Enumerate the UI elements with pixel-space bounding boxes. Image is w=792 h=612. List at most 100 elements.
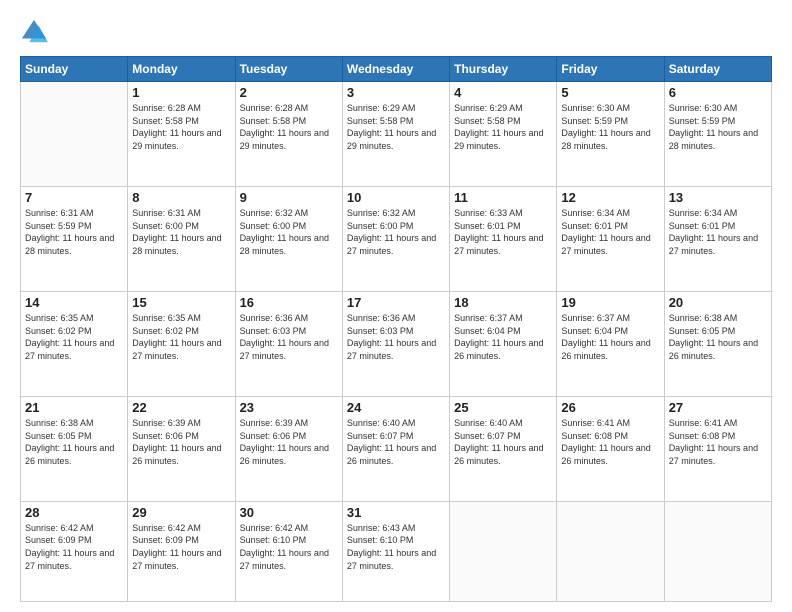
calendar-cell: 8 Sunrise: 6:31 AMSunset: 6:00 PMDayligh… — [128, 186, 235, 291]
calendar-cell: 13 Sunrise: 6:34 AMSunset: 6:01 PMDaylig… — [664, 186, 771, 291]
cell-info: Sunrise: 6:34 AMSunset: 6:01 PMDaylight:… — [669, 207, 767, 257]
cell-info: Sunrise: 6:41 AMSunset: 6:08 PMDaylight:… — [669, 417, 767, 467]
day-number: 7 — [25, 190, 123, 205]
cell-info: Sunrise: 6:43 AMSunset: 6:10 PMDaylight:… — [347, 522, 445, 572]
calendar-table: SundayMondayTuesdayWednesdayThursdayFrid… — [20, 56, 772, 602]
weekday-header-monday: Monday — [128, 57, 235, 82]
day-number: 27 — [669, 400, 767, 415]
cell-info: Sunrise: 6:28 AMSunset: 5:58 PMDaylight:… — [132, 102, 230, 152]
calendar-cell: 9 Sunrise: 6:32 AMSunset: 6:00 PMDayligh… — [235, 186, 342, 291]
calendar-cell: 27 Sunrise: 6:41 AMSunset: 6:08 PMDaylig… — [664, 396, 771, 501]
calendar-cell: 10 Sunrise: 6:32 AMSunset: 6:00 PMDaylig… — [342, 186, 449, 291]
calendar-cell: 23 Sunrise: 6:39 AMSunset: 6:06 PMDaylig… — [235, 396, 342, 501]
cell-info: Sunrise: 6:37 AMSunset: 6:04 PMDaylight:… — [454, 312, 552, 362]
cell-info: Sunrise: 6:38 AMSunset: 6:05 PMDaylight:… — [669, 312, 767, 362]
day-number: 12 — [561, 190, 659, 205]
day-number: 13 — [669, 190, 767, 205]
weekday-header-wednesday: Wednesday — [342, 57, 449, 82]
logo — [20, 18, 52, 46]
week-row-2: 7 Sunrise: 6:31 AMSunset: 5:59 PMDayligh… — [21, 186, 772, 291]
calendar-cell: 19 Sunrise: 6:37 AMSunset: 6:04 PMDaylig… — [557, 291, 664, 396]
day-number: 4 — [454, 85, 552, 100]
day-number: 25 — [454, 400, 552, 415]
calendar-cell: 28 Sunrise: 6:42 AMSunset: 6:09 PMDaylig… — [21, 501, 128, 601]
day-number: 19 — [561, 295, 659, 310]
day-number: 18 — [454, 295, 552, 310]
cell-info: Sunrise: 6:35 AMSunset: 6:02 PMDaylight:… — [25, 312, 123, 362]
calendar-cell: 21 Sunrise: 6:38 AMSunset: 6:05 PMDaylig… — [21, 396, 128, 501]
day-number: 8 — [132, 190, 230, 205]
cell-info: Sunrise: 6:32 AMSunset: 6:00 PMDaylight:… — [347, 207, 445, 257]
cell-info: Sunrise: 6:41 AMSunset: 6:08 PMDaylight:… — [561, 417, 659, 467]
cell-info: Sunrise: 6:40 AMSunset: 6:07 PMDaylight:… — [454, 417, 552, 467]
calendar-cell: 14 Sunrise: 6:35 AMSunset: 6:02 PMDaylig… — [21, 291, 128, 396]
calendar-cell: 6 Sunrise: 6:30 AMSunset: 5:59 PMDayligh… — [664, 82, 771, 187]
cell-info: Sunrise: 6:39 AMSunset: 6:06 PMDaylight:… — [132, 417, 230, 467]
page: SundayMondayTuesdayWednesdayThursdayFrid… — [0, 0, 792, 612]
calendar-cell: 29 Sunrise: 6:42 AMSunset: 6:09 PMDaylig… — [128, 501, 235, 601]
calendar-cell: 24 Sunrise: 6:40 AMSunset: 6:07 PMDaylig… — [342, 396, 449, 501]
week-row-5: 28 Sunrise: 6:42 AMSunset: 6:09 PMDaylig… — [21, 501, 772, 601]
calendar-cell — [450, 501, 557, 601]
calendar-cell — [21, 82, 128, 187]
cell-info: Sunrise: 6:32 AMSunset: 6:00 PMDaylight:… — [240, 207, 338, 257]
cell-info: Sunrise: 6:42 AMSunset: 6:09 PMDaylight:… — [132, 522, 230, 572]
day-number: 28 — [25, 505, 123, 520]
day-number: 29 — [132, 505, 230, 520]
day-number: 26 — [561, 400, 659, 415]
calendar-cell: 2 Sunrise: 6:28 AMSunset: 5:58 PMDayligh… — [235, 82, 342, 187]
calendar-cell: 17 Sunrise: 6:36 AMSunset: 6:03 PMDaylig… — [342, 291, 449, 396]
calendar-cell — [664, 501, 771, 601]
day-number: 14 — [25, 295, 123, 310]
calendar-cell: 15 Sunrise: 6:35 AMSunset: 6:02 PMDaylig… — [128, 291, 235, 396]
weekday-header-row: SundayMondayTuesdayWednesdayThursdayFrid… — [21, 57, 772, 82]
cell-info: Sunrise: 6:36 AMSunset: 6:03 PMDaylight:… — [347, 312, 445, 362]
cell-info: Sunrise: 6:30 AMSunset: 5:59 PMDaylight:… — [669, 102, 767, 152]
week-row-1: 1 Sunrise: 6:28 AMSunset: 5:58 PMDayligh… — [21, 82, 772, 187]
day-number: 24 — [347, 400, 445, 415]
day-number: 22 — [132, 400, 230, 415]
day-number: 5 — [561, 85, 659, 100]
calendar-cell: 1 Sunrise: 6:28 AMSunset: 5:58 PMDayligh… — [128, 82, 235, 187]
day-number: 16 — [240, 295, 338, 310]
cell-info: Sunrise: 6:31 AMSunset: 6:00 PMDaylight:… — [132, 207, 230, 257]
day-number: 10 — [347, 190, 445, 205]
calendar-cell: 26 Sunrise: 6:41 AMSunset: 6:08 PMDaylig… — [557, 396, 664, 501]
cell-info: Sunrise: 6:29 AMSunset: 5:58 PMDaylight:… — [454, 102, 552, 152]
calendar-cell: 5 Sunrise: 6:30 AMSunset: 5:59 PMDayligh… — [557, 82, 664, 187]
cell-info: Sunrise: 6:35 AMSunset: 6:02 PMDaylight:… — [132, 312, 230, 362]
calendar-cell: 20 Sunrise: 6:38 AMSunset: 6:05 PMDaylig… — [664, 291, 771, 396]
weekday-header-friday: Friday — [557, 57, 664, 82]
day-number: 1 — [132, 85, 230, 100]
cell-info: Sunrise: 6:36 AMSunset: 6:03 PMDaylight:… — [240, 312, 338, 362]
day-number: 3 — [347, 85, 445, 100]
day-number: 21 — [25, 400, 123, 415]
calendar-cell: 31 Sunrise: 6:43 AMSunset: 6:10 PMDaylig… — [342, 501, 449, 601]
calendar-cell: 7 Sunrise: 6:31 AMSunset: 5:59 PMDayligh… — [21, 186, 128, 291]
calendar-cell: 30 Sunrise: 6:42 AMSunset: 6:10 PMDaylig… — [235, 501, 342, 601]
day-number: 30 — [240, 505, 338, 520]
day-number: 20 — [669, 295, 767, 310]
day-number: 6 — [669, 85, 767, 100]
weekday-header-sunday: Sunday — [21, 57, 128, 82]
cell-info: Sunrise: 6:34 AMSunset: 6:01 PMDaylight:… — [561, 207, 659, 257]
day-number: 11 — [454, 190, 552, 205]
calendar-cell: 3 Sunrise: 6:29 AMSunset: 5:58 PMDayligh… — [342, 82, 449, 187]
cell-info: Sunrise: 6:38 AMSunset: 6:05 PMDaylight:… — [25, 417, 123, 467]
cell-info: Sunrise: 6:28 AMSunset: 5:58 PMDaylight:… — [240, 102, 338, 152]
cell-info: Sunrise: 6:42 AMSunset: 6:09 PMDaylight:… — [25, 522, 123, 572]
weekday-header-saturday: Saturday — [664, 57, 771, 82]
week-row-3: 14 Sunrise: 6:35 AMSunset: 6:02 PMDaylig… — [21, 291, 772, 396]
day-number: 31 — [347, 505, 445, 520]
cell-info: Sunrise: 6:30 AMSunset: 5:59 PMDaylight:… — [561, 102, 659, 152]
day-number: 17 — [347, 295, 445, 310]
calendar-cell: 25 Sunrise: 6:40 AMSunset: 6:07 PMDaylig… — [450, 396, 557, 501]
calendar-cell: 4 Sunrise: 6:29 AMSunset: 5:58 PMDayligh… — [450, 82, 557, 187]
calendar-cell: 12 Sunrise: 6:34 AMSunset: 6:01 PMDaylig… — [557, 186, 664, 291]
calendar-cell: 11 Sunrise: 6:33 AMSunset: 6:01 PMDaylig… — [450, 186, 557, 291]
header — [20, 18, 772, 46]
weekday-header-tuesday: Tuesday — [235, 57, 342, 82]
calendar-cell — [557, 501, 664, 601]
cell-info: Sunrise: 6:40 AMSunset: 6:07 PMDaylight:… — [347, 417, 445, 467]
day-number: 23 — [240, 400, 338, 415]
